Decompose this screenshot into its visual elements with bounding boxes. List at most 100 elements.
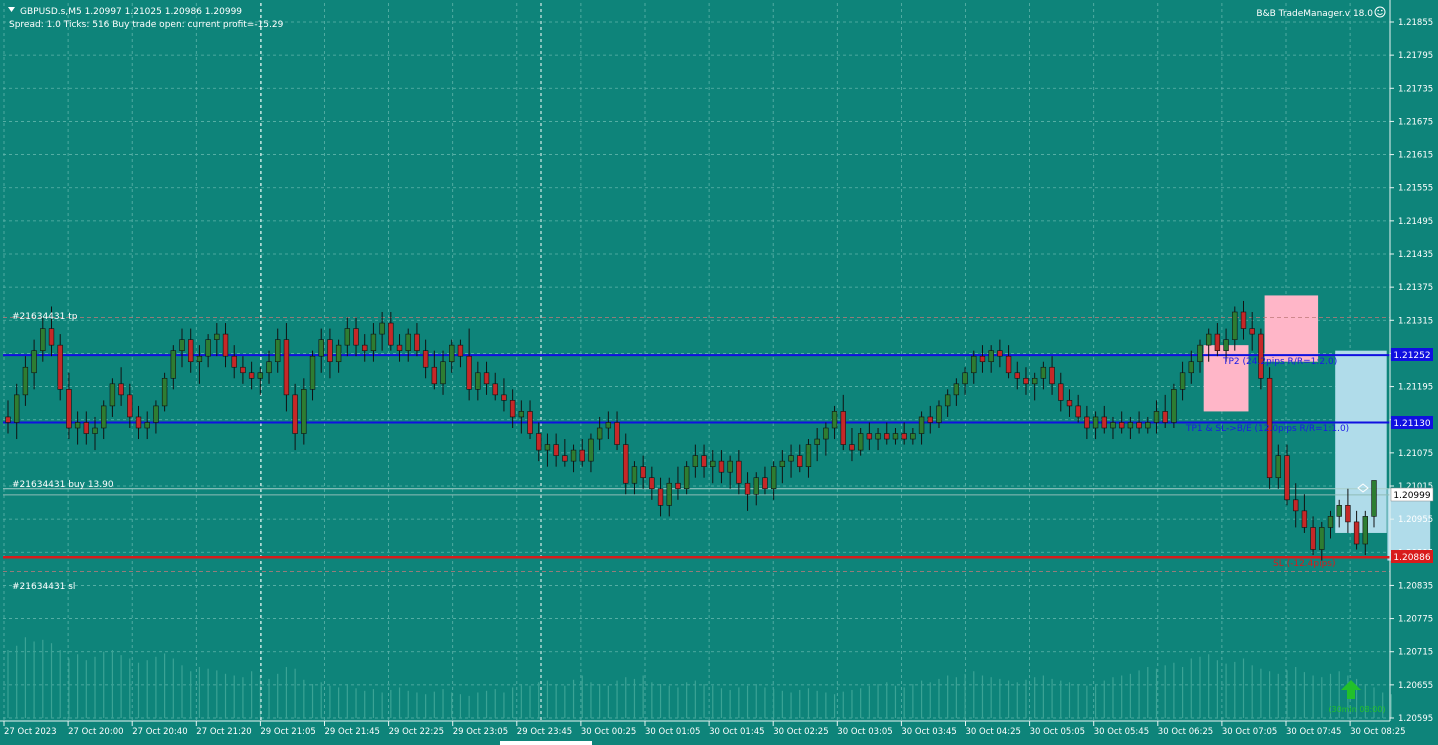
- time-tick-label: 30 Oct 04:25: [966, 727, 1021, 737]
- candle-body: [518, 411, 525, 418]
- candle-body: [640, 466, 646, 479]
- candle-body: [788, 455, 794, 462]
- time-tick-label: 30 Oct 03:45: [901, 727, 956, 737]
- candle-body: [1345, 505, 1351, 523]
- candle-body: [1084, 416, 1090, 429]
- candle-body: [135, 416, 142, 429]
- candle-body: [570, 449, 577, 462]
- candle-body: [179, 339, 185, 351]
- candle-body: [727, 460, 733, 473]
- candle-body: [379, 322, 385, 335]
- candle-body: [979, 355, 986, 363]
- candle-body: [553, 444, 559, 456]
- candle-body: [1336, 505, 1342, 517]
- candle-body: [405, 333, 411, 351]
- candle-body: [1275, 455, 1281, 479]
- candle-body: [710, 460, 716, 467]
- candle-body: [544, 444, 551, 451]
- candle-body: [1249, 328, 1255, 335]
- candle-body: [1371, 480, 1377, 517]
- candle-body: [153, 405, 159, 423]
- price-tick-label: 1.21855: [1398, 18, 1433, 28]
- candle-body: [936, 405, 942, 423]
- sl-label: #21634431 sl: [12, 582, 75, 592]
- candle-body: [1240, 311, 1247, 329]
- price-tick-label: 1.21075: [1398, 449, 1433, 459]
- price-chart[interactable]: 1.21855 1.21795 1.21735 1.21675 1.21615 1.215…: [0, 0, 1438, 745]
- candle-body: [1014, 372, 1020, 379]
- tp1-text: TP1 & SL->B/E (12.0pips R/R=1:1.0): [1185, 424, 1349, 434]
- time-tick-label: 27 Oct 20:00: [68, 727, 123, 737]
- time-tick-label: 30 Oct 07:05: [1222, 727, 1277, 737]
- candle-body: [170, 350, 177, 379]
- candle-body: [344, 328, 351, 346]
- candle-body: [753, 477, 759, 495]
- candle-body: [22, 366, 29, 396]
- candle-body: [83, 422, 89, 434]
- svg-text:1.20999: 1.20999: [1393, 491, 1430, 501]
- candle-body: [1162, 411, 1168, 423]
- candle-body: [1101, 416, 1107, 429]
- candle-body: [1171, 389, 1177, 423]
- candle-body: [736, 460, 742, 484]
- candle-body: [1118, 422, 1125, 429]
- tp2-price-tag: 1.21252: [1391, 348, 1433, 361]
- scroll-indicator: [500, 741, 592, 745]
- candle-body: [997, 350, 1003, 357]
- info-line: Spread: 1.0 Ticks: 516 Buy trade open: c…: [9, 20, 284, 30]
- candle-body: [118, 383, 124, 396]
- candle-body: [805, 444, 812, 467]
- candle-body: [770, 466, 777, 490]
- price-tick-label: 1.21195: [1398, 383, 1433, 393]
- candle-body: [701, 455, 707, 467]
- candle-body: [892, 433, 899, 440]
- time-tick-label: 29 Oct 23:45: [517, 727, 572, 737]
- price-tick-label: 1.20835: [1398, 581, 1433, 591]
- price-tick-label: 1.20775: [1398, 615, 1433, 625]
- candle-body: [675, 482, 681, 490]
- tp-label: #21634431 tp: [12, 312, 78, 322]
- time-tick-label: 27 Oct 20:40: [132, 727, 187, 737]
- price-tick-label: 1.21675: [1398, 117, 1433, 127]
- price-tick-label: 1.21795: [1398, 51, 1433, 61]
- candle-body: [971, 355, 977, 374]
- price-tick-label: 1.21315: [1398, 316, 1433, 326]
- candle-body: [1353, 521, 1360, 545]
- candle-body: [1031, 377, 1038, 385]
- candle-body: [127, 394, 133, 418]
- candle-body: [327, 339, 333, 363]
- candle-body: [240, 366, 246, 374]
- price-tick-label: 1.21375: [1398, 283, 1433, 293]
- candle-body: [527, 411, 533, 434]
- candle-body: [161, 377, 168, 407]
- candle-body: [14, 394, 20, 423]
- candle-body: [422, 350, 429, 368]
- candle-body: [231, 355, 237, 368]
- candle-body: [457, 344, 464, 357]
- candle-body: [536, 433, 542, 451]
- time-tick-label: 27 Oct 2023: [4, 727, 57, 737]
- candle-body: [1092, 416, 1099, 429]
- candle-body: [884, 433, 890, 440]
- time-tick-label: 30 Oct 08:25: [1350, 727, 1405, 737]
- candle-body: [431, 366, 438, 385]
- candle-body: [414, 333, 420, 351]
- buy-label: #21634431 buy 13.90: [12, 480, 114, 490]
- candle-body: [1284, 455, 1290, 501]
- candle-body: [918, 416, 925, 434]
- candle-body: [1362, 516, 1368, 545]
- candle-body: [814, 438, 820, 445]
- candle-body: [1214, 333, 1221, 351]
- candle-body: [692, 455, 699, 467]
- time-tick-label: 30 Oct 01:45: [709, 727, 764, 737]
- price-tick-label: 1.20715: [1398, 648, 1433, 658]
- price-tick-label: 1.20955: [1398, 515, 1433, 525]
- candle-body: [266, 361, 272, 374]
- tp2-text: TP2 (24.2pips R/R=1:2.0): [1222, 357, 1337, 367]
- candle-body: [92, 427, 98, 434]
- candle-body: [509, 400, 516, 418]
- candle-body: [1040, 366, 1047, 379]
- candle-body: [718, 460, 725, 473]
- candle-body: [309, 355, 316, 390]
- candle-body: [1197, 344, 1203, 363]
